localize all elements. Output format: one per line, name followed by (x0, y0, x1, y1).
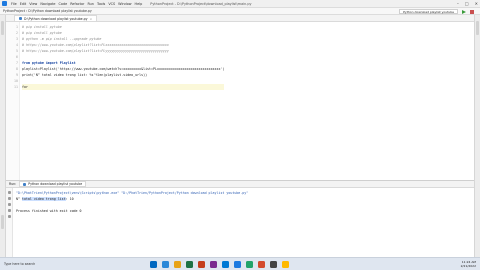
line-number: 11 (14, 85, 18, 89)
database-tool-tab[interactable] (476, 21, 479, 35)
breadcrumb[interactable]: PythonProject › D:\Python download playl… (3, 9, 92, 13)
taskbar-date: 2/21/2022 (460, 264, 476, 268)
run-label: Run: (9, 182, 17, 186)
code-line[interactable]: 11 for (14, 84, 225, 90)
menu-item-view[interactable]: View (29, 2, 37, 6)
menu-item-file[interactable]: File (11, 2, 17, 6)
navigation-bar: PythonProject › D:\Python download playl… (0, 8, 480, 15)
windows-taskbar: Type here to search 11:24 AM 2/21/2022 (0, 257, 480, 270)
code-text: for (22, 85, 28, 89)
taskbar-app-icons (150, 261, 289, 268)
structure-tool-tab[interactable] (1, 215, 4, 229)
code-area[interactable]: 1 # pip install pytube 2 # pip install pytu… (14, 24, 225, 90)
taskbar-app-icon[interactable] (186, 261, 193, 268)
run-tab-label: Python download playlist youtube (28, 182, 83, 186)
delete-icon[interactable] (8, 215, 11, 218)
menu-item-refactor[interactable]: Refactor (70, 2, 84, 6)
title-bar: File Edit View Navigate Code Refactor Run Tools… (0, 0, 480, 8)
taskbar-app-icon[interactable] (210, 261, 217, 268)
console-output[interactable]: "D:\PhatTrien\PythonProject\venv\Scripts… (16, 190, 248, 214)
tab-close-icon[interactable]: × (90, 17, 93, 21)
run-icon[interactable] (462, 9, 466, 14)
menu-bar: File Edit View Navigate Code Refactor Run Tools… (11, 2, 142, 6)
run-config-select[interactable]: Python download playlist youtube (399, 9, 458, 14)
stop-run-icon[interactable] (8, 197, 11, 200)
taskbar-app-icon[interactable] (270, 261, 277, 268)
python-file-icon (23, 182, 27, 186)
menu-item-window[interactable]: Window (118, 2, 131, 6)
taskbar-app-icon[interactable] (234, 261, 241, 268)
editor-tab-label: D:\Python download playlist youtube.py (24, 16, 88, 21)
run-tool-window: Run: Python download playlist youtube "D… (6, 180, 474, 262)
menu-item-help[interactable]: Help (135, 2, 143, 6)
minimize-icon[interactable]: – (457, 1, 459, 6)
taskbar-app-icon[interactable] (174, 261, 181, 268)
editor-tab-active[interactable]: D:\Python download playlist youtube.py × (14, 15, 98, 21)
run-toolbar: Python download playlist youtube (399, 9, 474, 14)
stop-icon[interactable] (470, 9, 474, 14)
menu-item-tools[interactable]: Tools (97, 2, 105, 6)
pycharm-app-icon (2, 1, 7, 6)
menu-item-code[interactable]: Code (59, 2, 68, 6)
taskbar-app-icon[interactable] (150, 261, 157, 268)
taskbar-clock[interactable]: 11:24 AM 2/21/2022 (461, 260, 476, 268)
console-line: Process finished with exit code 0 (16, 209, 82, 213)
rerun-icon[interactable] (8, 191, 11, 194)
print-icon[interactable] (8, 209, 11, 212)
menu-item-edit[interactable]: Edit (20, 2, 27, 6)
console-suffix: : 10 (65, 197, 74, 201)
window-controls: – □ ✕ (457, 1, 478, 6)
python-file-icon (19, 17, 22, 20)
taskbar-app-icon[interactable] (282, 261, 289, 268)
taskbar-app-icon[interactable] (258, 261, 265, 268)
run-tab[interactable]: Python download playlist youtube (19, 181, 87, 187)
taskbar-app-icon[interactable] (198, 261, 205, 268)
run-header: Run: Python download playlist youtube (6, 181, 474, 188)
taskbar-app-icon[interactable] (222, 261, 229, 268)
menu-item-vcs[interactable]: VCS (108, 2, 115, 6)
console-selection[interactable]: total video trong list (21, 197, 66, 201)
close-icon[interactable]: ✕ (475, 1, 478, 6)
editor-tabs: D:\Python download playlist youtube.py × (6, 15, 474, 22)
menu-item-run[interactable]: Run (87, 2, 94, 6)
scroll-to-end-icon[interactable] (8, 203, 11, 206)
run-side-toolbar (6, 188, 13, 262)
maximize-icon[interactable]: □ (465, 1, 469, 6)
menu-item-navigate[interactable]: Navigate (40, 2, 55, 6)
taskbar-app-icon[interactable] (162, 261, 169, 268)
project-tool-tab[interactable] (1, 21, 4, 35)
right-tool-strip (474, 15, 480, 261)
window-title: PythonProject - D:\PythonProject\downloa… (150, 1, 252, 6)
taskbar-search[interactable]: Type here to search (4, 262, 35, 266)
taskbar-app-icon[interactable] (246, 261, 253, 268)
code-editor[interactable]: D:\Python download playlist youtube.py ×… (6, 15, 474, 180)
